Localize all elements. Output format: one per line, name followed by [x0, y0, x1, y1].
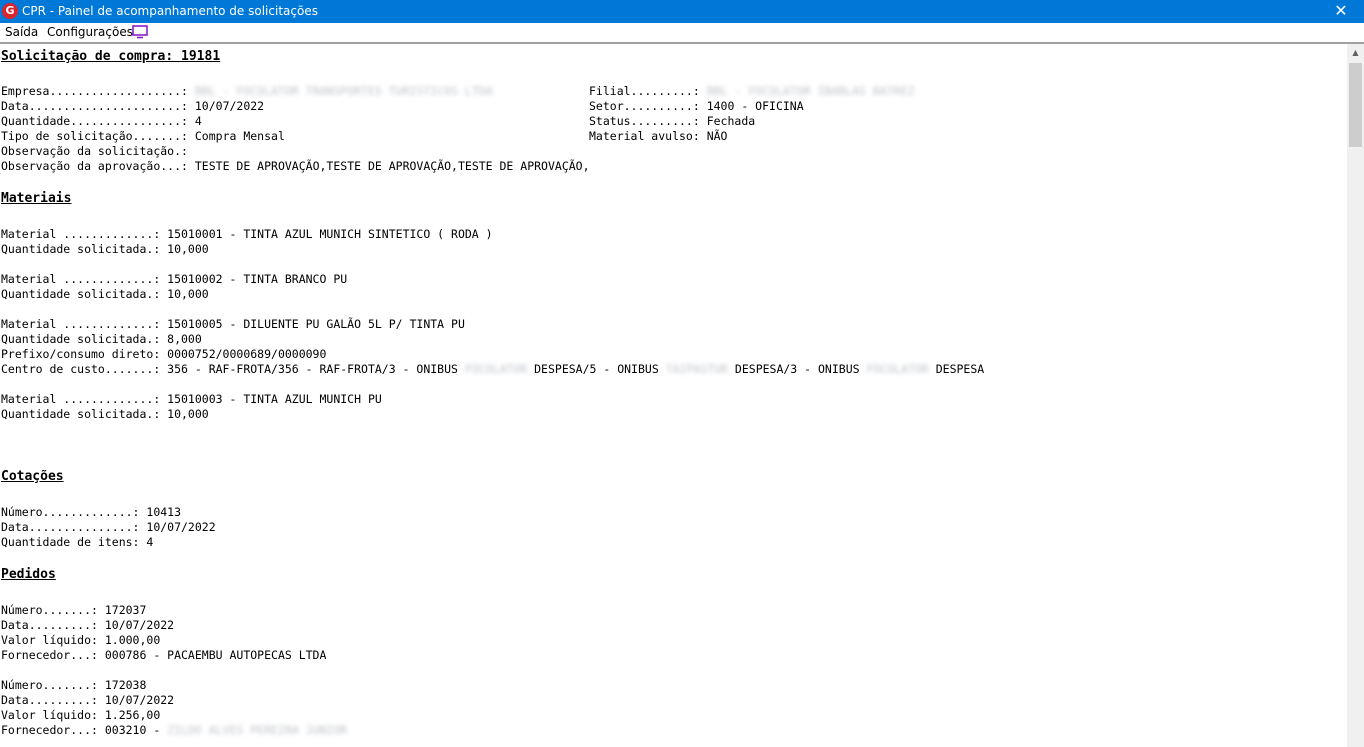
pedido-fornecedor-label: Fornecedor...: 003210 - [1, 723, 168, 737]
material-line: Material .............: 15010002 - TINTA… [1, 272, 348, 286]
scroll-up-arrow-icon[interactable]: ▲ [1347, 44, 1364, 61]
empresa-row: Empresa...................: BBL - FOCOLA… [1, 84, 493, 99]
pedidos-heading: Pedidos [1, 567, 56, 582]
material-line: Material .............: 15010003 - TINTA… [1, 392, 382, 406]
monitor-icon[interactable] [132, 25, 148, 39]
quantidade-value: 4 [194, 114, 202, 128]
empresa-value: BBL - FOCOLATOR TRANSPORTES TURISTICOS L… [194, 84, 493, 98]
solicitacao-heading: Solicitação de compra: 19181 [1, 49, 221, 64]
pedido-fornecedor-line: Fornecedor...: 003210 - ZILDO ALVES PERE… [1, 723, 347, 738]
centro-custo-blurred: TAIPASTUR [665, 362, 728, 376]
material-line: Material .............: 15010001 - TINTA… [1, 227, 493, 241]
avulso-row: Material avulso: NÃO [589, 129, 727, 144]
obs-aprovacao-row: Observação da aprovação...: TESTE DE APR… [1, 159, 590, 174]
cotacao-numero-line: Número.............: 10413 [1, 505, 182, 519]
avulso-label: Material avulso: [589, 129, 707, 143]
pedido-valor-line: Valor líquido: 1.000,00 [1, 633, 161, 647]
title-bar: G CPR - Painel de acompanhamento de soli… [0, 0, 1364, 23]
pedido-fornecedor-line: Fornecedor...: 000786 - PACAEMBU AUTOPEC… [1, 648, 327, 662]
setor-label: Setor..........: [589, 99, 707, 113]
material-quantity-line: Quantidade solicitada.: 8,000 [1, 332, 202, 346]
centro-custo-part: Centro de custo.......: 356 - RAF-FROTA/… [1, 362, 465, 376]
status-value: Fechada [706, 114, 756, 128]
app-logo-icon: G [2, 3, 18, 19]
pedido-data-line: Data.........: 10/07/2022 [1, 618, 175, 632]
filial-label: Filial.........: [589, 84, 707, 98]
quantidade-row: Quantidade................: 4 [1, 114, 202, 129]
obs-aprovacao-value: TESTE DE APROVAÇÃO,TESTE DE APROVAÇÃO,TE… [194, 159, 590, 173]
pedido-data-line: Data.........: 10/07/2022 [1, 693, 175, 707]
material-line: Material .............: 15010005 - DILUE… [1, 317, 465, 331]
window-title: CPR - Painel de acompanhamento de solici… [22, 4, 318, 18]
obs-aprovacao-label: Observação da aprovação...: [1, 159, 195, 173]
menu-item-saida[interactable]: Saída [5, 25, 38, 40]
filial-value: BBL - FOCOLATOR IBABLAS BATREZ [706, 84, 915, 98]
data-value: 10/07/2022 [194, 99, 265, 113]
pedido-fornecedor-value: ZILDO ALVES PEREIRA JUNIOR [167, 723, 348, 737]
pedido-numero-line: Número.......: 172038 [1, 678, 147, 692]
data-label: Data......................: [1, 99, 195, 113]
cotacao-data-line: Data...............: 10/07/2022 [1, 520, 216, 534]
avulso-value: NÃO [706, 129, 728, 143]
materiais-heading: Materiais [1, 191, 72, 206]
vertical-scrollbar[interactable]: ▲ [1347, 44, 1364, 747]
centro-custo-line: Centro de custo.......: 356 - RAF-FROTA/… [1, 362, 984, 377]
filial-row: Filial.........: BBL - FOCOLATOR IBABLAS… [589, 84, 914, 99]
scroll-thumb[interactable] [1349, 63, 1362, 147]
material-quantity-line: Quantidade solicitada.: 10,000 [1, 407, 209, 421]
prefixo-consumo-line: Prefixo/consumo direto: 0000752/0000689/… [1, 347, 327, 361]
data-row: Data......................: 10/07/2022 [1, 99, 264, 114]
close-button[interactable]: ✕ [1318, 0, 1364, 23]
menu-item-configuracoes[interactable]: Configurações [47, 25, 133, 40]
report-content: Solicitação de compra: 19181 Empresa....… [0, 44, 1345, 747]
setor-row: Setor..........: 1400 - OFICINA [589, 99, 804, 114]
cotacoes-heading: Cotações [1, 469, 64, 484]
cotacao-qtd-itens-line: Quantidade de itens: 4 [1, 535, 154, 549]
pedido-valor-line: Valor líquido: 1.256,00 [1, 708, 161, 722]
quantidade-label: Quantidade................: [1, 114, 195, 128]
centro-custo-blurred: FOCOLATOR [866, 362, 929, 376]
material-quantity-line: Quantidade solicitada.: 10,000 [1, 242, 209, 256]
tipo-label: Tipo de solicitação.......: [1, 129, 195, 143]
pedido-numero-line: Número.......: 172037 [1, 603, 147, 617]
status-row: Status.........: Fechada [589, 114, 755, 129]
setor-value: 1400 - OFICINA [706, 99, 804, 113]
tipo-value: Compra Mensal [194, 129, 285, 143]
empresa-label: Empresa...................: [1, 84, 195, 98]
tipo-row: Tipo de solicitação.......: Compra Mensa… [1, 129, 285, 144]
material-quantity-line: Quantidade solicitada.: 10,000 [1, 287, 209, 301]
status-label: Status.........: [589, 114, 707, 128]
centro-custo-part: DESPESA/3 - ONIBUS [728, 362, 867, 376]
centro-custo-blurred: FOCOLATOR [464, 362, 528, 376]
centro-custo-part: DESPESA [928, 362, 985, 376]
obs-solicitacao-row: Observação da solicitação.: [1, 144, 188, 158]
menu-bar: Saída Configurações [0, 23, 1364, 42]
centro-custo-part: DESPESA/5 - ONIBUS [527, 362, 666, 376]
